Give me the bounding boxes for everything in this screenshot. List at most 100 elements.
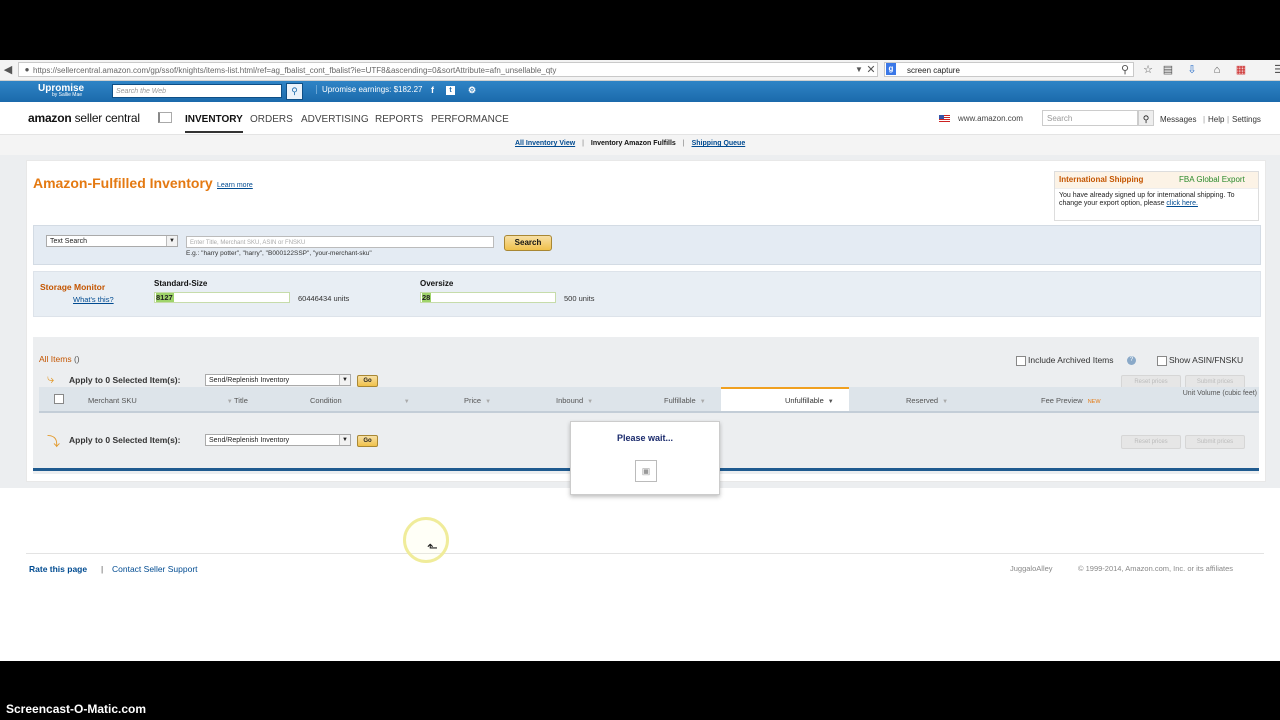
help-link[interactable]: Help — [1208, 115, 1224, 124]
all-inventory-link[interactable]: All Inventory View — [515, 140, 575, 147]
tab-inventory[interactable]: INVENTORY — [185, 114, 243, 133]
toolbar-search-icon[interactable]: ⚲ — [286, 83, 303, 100]
gear-icon[interactable]: ⚙ — [468, 85, 476, 96]
header-sep-2: | — [1227, 115, 1230, 124]
intl-click-here-link[interactable]: click here. — [1166, 200, 1198, 207]
download-icon[interactable]: ⇩ — [1185, 63, 1199, 77]
current-view-label: Inventory Amazon Fulfills — [590, 140, 676, 147]
include-archived-checkbox[interactable] — [1016, 356, 1026, 366]
go-button-bottom[interactable]: Go — [357, 435, 378, 447]
go-button-top[interactable]: Go — [357, 375, 378, 387]
col-merchant-sku-label: Merchant SKU — [88, 396, 137, 405]
back-icon[interactable]: ◀ — [1, 63, 15, 77]
col-reserved[interactable]: Reserved ▼ — [906, 396, 948, 405]
store-name: JuggaloAlley — [1010, 564, 1053, 573]
oversize-limit: 500 units — [564, 294, 595, 303]
col-inbound-label: Inbound — [556, 396, 584, 405]
col-unfulfillable[interactable]: Unfulfillable ▼ — [785, 396, 834, 405]
col-inbound[interactable]: Inbound ▼ — [556, 396, 593, 405]
col-merchant-sku[interactable]: Merchant SKU ▼ — [88, 396, 233, 405]
google-icon: g — [886, 63, 896, 75]
storage-monitor-label: Storage Monitor — [40, 282, 106, 292]
col-title-label: Title — [234, 396, 248, 405]
col-price-label: Price — [464, 396, 482, 405]
col-price[interactable]: Price ▼ — [464, 396, 491, 405]
submit-prices-button-bottom[interactable]: Submit prices — [1185, 435, 1245, 449]
search-hint: E.g.: "harry potter", "harry", "B000122S… — [186, 250, 372, 257]
cursor-highlight — [403, 517, 449, 563]
seller-central-header: amazon seller central INVENTORY ORDERS A… — [0, 102, 1280, 135]
footer-separator: | — [101, 564, 104, 574]
sort-icon: ▼ — [485, 399, 492, 405]
please-wait-dialog: Please wait... ▣ — [570, 421, 720, 495]
copyright: © 1999-2014, Amazon.com, Inc. or its aff… — [1078, 564, 1234, 573]
bulk-action-select-bottom[interactable]: Send/Replenish Inventory ▼ — [205, 434, 351, 446]
stop-icon[interactable]: ✕ — [864, 63, 878, 77]
facebook-icon[interactable]: f — [431, 85, 434, 95]
all-items-label: All Items () — [39, 354, 80, 364]
home-icon[interactable]: ⌂ — [1210, 63, 1224, 77]
logo-seller-central: seller central — [71, 111, 140, 125]
marketplace-selector[interactable]: www.amazon.com — [958, 114, 1023, 123]
shipping-queue-link[interactable]: Shipping Queue — [692, 140, 746, 147]
include-archived-label: Include Archived Items — [1028, 355, 1114, 365]
search-type-value: Text Search — [50, 238, 87, 245]
search-type-select[interactable]: Text Search ▼ — [46, 235, 178, 247]
chevron-down-icon: ▼ — [339, 375, 350, 385]
rate-this-page-link[interactable]: Rate this page — [29, 564, 87, 574]
reset-prices-button-bottom[interactable]: Reset prices — [1121, 435, 1181, 449]
upromise-logo[interactable]: Upromise by Sallie Mae — [38, 83, 84, 98]
bookmark-star-icon[interactable]: ☆ — [1141, 63, 1155, 77]
show-asin-label: Show ASIN/FNSKU — [1169, 355, 1244, 365]
col-fulfillable[interactable]: Fulfillable ▼ — [664, 396, 706, 405]
settings-link[interactable]: Settings — [1232, 115, 1261, 124]
url-field[interactable]: https://sellercentral.amazon.com/gp/ssof… — [18, 62, 878, 77]
upromise-toolbar: Upromise by Sallie Mae Search the Web ⚲ … — [0, 81, 1280, 102]
clipboard-icon[interactable]: ▤ — [1161, 63, 1175, 77]
browser-window: ◀ https://sellercentral.amazon.com/gp/ss… — [0, 60, 1280, 661]
extension-icon[interactable]: ▦ — [1234, 63, 1248, 77]
search-button[interactable]: Search — [504, 235, 552, 251]
bulk-action-select-top[interactable]: Send/Replenish Inventory ▼ — [205, 374, 351, 386]
header-search-input[interactable]: Search — [1042, 110, 1138, 126]
toolbar-search-input[interactable]: Search the Web — [112, 84, 282, 98]
tab-orders[interactable]: ORDERS — [250, 114, 293, 125]
col-title[interactable]: Title — [234, 396, 248, 405]
standard-size-bar: 8127 — [154, 292, 290, 303]
seller-central-logo[interactable]: amazon seller central — [28, 111, 140, 125]
all-items-text: All Items — [39, 354, 72, 364]
menu-icon[interactable]: ☰ — [1272, 63, 1280, 77]
help-question-icon[interactable]: ? — [1127, 356, 1136, 365]
col-unit-volume[interactable]: Unit Volume (cubic feet) — [1157, 389, 1257, 398]
sort-icon: ▼ — [942, 399, 949, 405]
browser-address-bar: ◀ https://sellercentral.amazon.com/gp/ss… — [0, 60, 1280, 81]
subnav-sep-2: | — [682, 140, 685, 147]
international-shipping-box: International Shipping FBA Global Export… — [1054, 171, 1259, 221]
learn-more-link[interactable]: Learn more — [217, 182, 253, 189]
browser-search-input[interactable]: screen capture — [884, 62, 1134, 77]
tab-advertising[interactable]: ADVERTISING — [301, 114, 369, 125]
tab-performance[interactable]: PERFORMANCE — [431, 114, 509, 125]
twitter-icon[interactable]: t — [446, 86, 455, 95]
show-asin-checkbox[interactable] — [1157, 356, 1167, 366]
intl-body-text: You have already signed up for internati… — [1059, 192, 1235, 207]
messages-link[interactable]: Messages — [1160, 115, 1196, 124]
upromise-earnings[interactable]: Upromise earnings: $182.27 — [316, 85, 423, 94]
contact-seller-support-link[interactable]: Contact Seller Support — [112, 564, 198, 574]
inventory-table-header: Merchant SKU ▼ Title Condition ▼ Price ▼ In… — [39, 387, 1259, 413]
whats-this-link[interactable]: What's this? — [73, 295, 114, 304]
subnav-sep-1: | — [582, 140, 584, 147]
search-icon[interactable]: ⚲ — [1118, 63, 1132, 77]
standard-size-used: 8127 — [156, 293, 174, 302]
col-fee-preview[interactable]: Fee Preview NEW — [1041, 396, 1101, 405]
sort-icon: ▼ — [226, 399, 233, 405]
intl-title: International Shipping — [1059, 175, 1144, 184]
flag-icon[interactable] — [158, 112, 172, 123]
intl-header: International Shipping FBA Global Export — [1055, 172, 1258, 189]
search-input[interactable]: Enter Title, Merchant SKU, ASIN or FNSKU — [186, 236, 494, 248]
header-search-icon[interactable]: ⚲ — [1138, 110, 1154, 126]
dialog-title: Please wait... — [616, 433, 674, 443]
select-all-checkbox[interactable] — [54, 394, 64, 404]
tab-reports[interactable]: REPORTS — [375, 114, 423, 125]
col-condition[interactable]: Condition ▼ — [310, 396, 410, 405]
